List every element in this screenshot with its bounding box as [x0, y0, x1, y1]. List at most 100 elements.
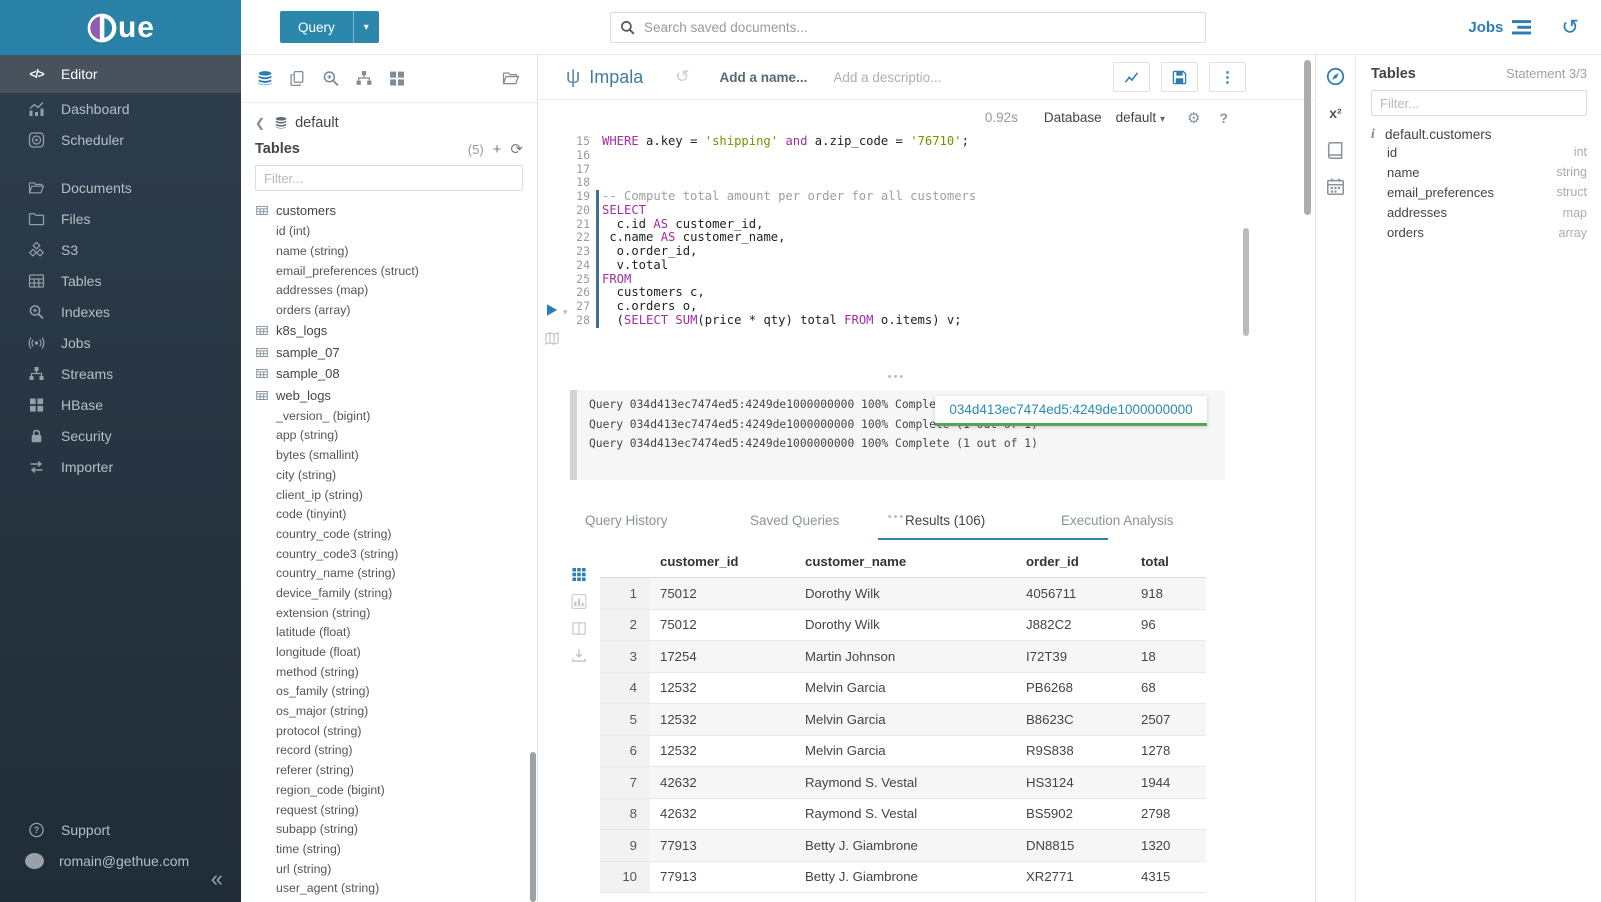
indexes-source-icon[interactable] — [322, 70, 340, 87]
column-item[interactable]: extension (string) — [255, 603, 523, 623]
column-item[interactable]: referer (string) — [255, 760, 523, 780]
tab-query-history[interactable]: Query History — [585, 513, 668, 528]
table-item-web-logs[interactable]: web_logs — [255, 384, 523, 406]
results-grid-view-icon[interactable] — [571, 567, 587, 582]
sidebar-item-editor[interactable]: </>Editor — [0, 55, 241, 93]
jobs-link[interactable]: Jobs — [1468, 19, 1503, 36]
history-icon[interactable]: ↺ — [1561, 17, 1579, 38]
column-header-total[interactable]: total — [1131, 554, 1206, 569]
column-item[interactable]: bytes (smallint) — [255, 445, 523, 465]
right-filter[interactable] — [1371, 90, 1587, 116]
column-item[interactable]: client_ip (string) — [255, 485, 523, 505]
column-header-customer-id[interactable]: customer_id — [650, 554, 795, 569]
global-search[interactable] — [610, 12, 1206, 43]
collapse-sidebar-icon[interactable]: « — [211, 866, 223, 892]
column-item[interactable]: addresses (map) — [255, 281, 523, 301]
save-query-button[interactable] — [1161, 62, 1198, 92]
query-description-field[interactable]: Add a descriptio... — [833, 70, 941, 85]
sidebar-item-dashboard[interactable]: Dashboard — [0, 93, 241, 124]
back-chevron-icon[interactable]: ❮ — [255, 116, 265, 130]
column-item[interactable]: code (tinyint) — [255, 504, 523, 524]
main-scrollbar[interactable] — [1304, 60, 1311, 215]
tables-filter-input[interactable] — [264, 171, 514, 186]
query-id-tooltip[interactable]: 034d413ec7474ed5:4249de1000000000 — [935, 396, 1207, 426]
right-column-addresses[interactable]: addressesmap — [1371, 203, 1587, 223]
editor-scrollbar[interactable] — [1243, 228, 1249, 336]
query-map-icon[interactable] — [544, 331, 560, 346]
column-header-customer-name[interactable]: customer_name — [795, 554, 1016, 569]
right-column-name[interactable]: namestring — [1371, 162, 1587, 182]
column-item[interactable]: id (int) — [255, 222, 523, 242]
column-header-order-id[interactable]: order_id — [1016, 554, 1131, 569]
language-reference-icon[interactable] — [1326, 141, 1345, 160]
column-item[interactable]: region_code (bigint) — [255, 780, 523, 800]
right-column-email-preferences[interactable]: email_preferencesstruct — [1371, 182, 1587, 202]
sidebar-user[interactable]: R romain@gethue.com — [0, 845, 241, 876]
right-filter-input[interactable] — [1380, 96, 1578, 111]
settings-gear-icon[interactable]: ⚙ — [1187, 109, 1200, 127]
sidebar-item-indexes[interactable]: Indexes — [0, 296, 241, 327]
refresh-tables-icon[interactable]: ⟳ — [510, 142, 523, 157]
sidebar-item-security[interactable]: Security — [0, 420, 241, 451]
column-item[interactable]: user_agent (string) — [255, 878, 523, 898]
more-actions-button[interactable]: ⋮ — [1209, 62, 1246, 92]
database-select[interactable]: default ▾ — [1116, 110, 1165, 125]
column-item[interactable]: _version_ (bigint) — [255, 406, 523, 426]
sidebar-item-documents[interactable]: Documents — [0, 172, 241, 203]
sql-code-editor[interactable]: 15WHERE a.key = 'shipping' and a.zip_cod… — [538, 135, 1255, 328]
column-item[interactable]: longitude (float) — [255, 642, 523, 662]
results-download-icon[interactable] — [571, 648, 587, 663]
column-item[interactable]: os_family (string) — [255, 682, 523, 702]
database-name[interactable]: default — [295, 115, 339, 131]
column-item[interactable]: protocol (string) — [255, 721, 523, 741]
active-table-ref[interactable]: i default.customers — [1371, 126, 1587, 142]
snippet-history-icon[interactable]: ↺ — [675, 67, 689, 87]
sidebar-item-jobs[interactable]: Jobs — [0, 327, 241, 358]
column-item[interactable]: name (string) — [255, 241, 523, 261]
assist-explorer-icon[interactable] — [1326, 67, 1345, 86]
left-panel-scrollbar[interactable] — [530, 752, 536, 902]
help-icon[interactable]: ? — [1219, 110, 1228, 126]
table-item-k8s-logs[interactable]: k8s_logs — [255, 320, 523, 342]
column-item[interactable]: country_name (string) — [255, 563, 523, 583]
column-item[interactable]: time (string) — [255, 839, 523, 859]
streams-source-icon[interactable] — [355, 70, 373, 87]
hbase-source-icon[interactable] — [388, 70, 406, 87]
column-item[interactable]: record (string) — [255, 741, 523, 761]
column-item[interactable]: url (string) — [255, 859, 523, 879]
tables-filter[interactable] — [255, 165, 523, 191]
tab-results[interactable]: Results (106) — [905, 513, 985, 528]
results-chart-view-icon[interactable] — [571, 594, 587, 609]
add-table-icon[interactable]: + — [493, 142, 502, 157]
editor-resize-handle[interactable]: ••• — [538, 371, 1255, 383]
query-button-label[interactable]: Query — [280, 11, 353, 43]
sidebar-item-support[interactable]: ? Support — [0, 814, 241, 845]
query-name-field[interactable]: Add a name... — [720, 70, 808, 85]
sidebar-item-files[interactable]: Files — [0, 203, 241, 234]
search-input[interactable] — [644, 20, 1196, 35]
column-item[interactable]: subapp (string) — [255, 819, 523, 839]
sidebar-item-streams[interactable]: Streams — [0, 358, 241, 389]
column-item[interactable]: orders (array) — [255, 300, 523, 320]
column-item[interactable]: city (string) — [255, 465, 523, 485]
execute-query-button[interactable] — [545, 303, 559, 317]
chart-settings-button[interactable] — [1113, 62, 1150, 92]
table-item-sample-08[interactable]: sample_08 — [255, 363, 523, 385]
sidebar-item-importer[interactable]: Importer — [0, 451, 241, 482]
sidebar-item-s3[interactable]: S3 — [0, 234, 241, 265]
databases-source-icon[interactable] — [256, 70, 274, 87]
new-query-button[interactable]: Query ▾ — [280, 11, 379, 43]
right-column-id[interactable]: idint — [1371, 142, 1587, 162]
column-item[interactable]: device_family (string) — [255, 583, 523, 603]
tab-saved-queries[interactable]: Saved Queries — [750, 513, 839, 528]
execute-options-caret[interactable]: ▾ — [563, 307, 568, 318]
column-item[interactable]: request (string) — [255, 800, 523, 820]
functions-icon[interactable]: x² — [1326, 105, 1345, 124]
column-item[interactable]: country_code3 (string) — [255, 544, 523, 564]
column-item[interactable]: method (string) — [255, 662, 523, 682]
sidebar-item-scheduler[interactable]: Scheduler — [0, 124, 241, 155]
right-column-orders[interactable]: ordersarray — [1371, 223, 1587, 243]
sidebar-item-tables[interactable]: Tables — [0, 265, 241, 296]
jobs-list-icon[interactable] — [1512, 20, 1531, 35]
query-dropdown-caret[interactable]: ▾ — [353, 11, 379, 43]
